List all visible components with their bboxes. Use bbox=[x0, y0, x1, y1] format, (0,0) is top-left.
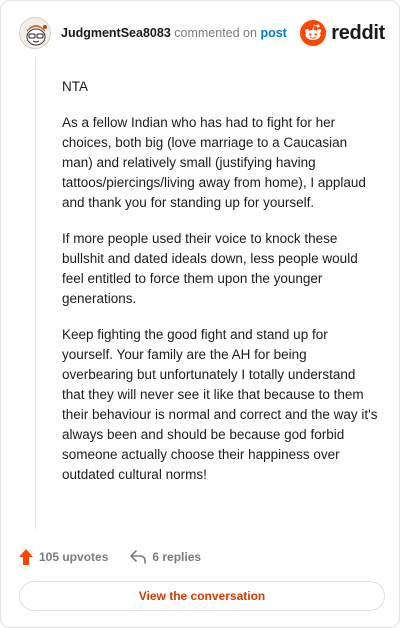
reply-arrow-icon bbox=[130, 550, 147, 564]
thread-line bbox=[35, 57, 36, 529]
comment-body: NTA As a fellow Indian who has had to fi… bbox=[62, 77, 380, 501]
comment-header: JudgmentSea8083 commented on post reddit bbox=[19, 17, 385, 51]
comment-paragraph: As a fellow Indian who has had to fight … bbox=[62, 115, 366, 210]
comment-paragraph: Keep fighting the good fight and stand u… bbox=[62, 327, 378, 482]
comment-card: JudgmentSea8083 commented on post reddit… bbox=[0, 0, 400, 628]
reddit-wordmark: reddit bbox=[331, 21, 385, 44]
reply-count: 6 replies bbox=[152, 550, 202, 564]
comment-meta: JudgmentSea8083 commented on post bbox=[61, 26, 287, 40]
reddit-logo[interactable]: reddit bbox=[300, 20, 385, 46]
view-conversation-button[interactable]: View the conversation bbox=[19, 581, 385, 611]
reddit-logo-icon bbox=[300, 20, 327, 46]
comment-paragraph: NTA bbox=[62, 79, 88, 94]
upvote-button[interactable]: 105 upvotes bbox=[19, 549, 108, 565]
username-link[interactable]: JudgmentSea8083 bbox=[61, 26, 171, 40]
comment-paragraph: If more people used their voice to knock… bbox=[62, 231, 358, 306]
upvote-arrow-icon bbox=[19, 549, 33, 565]
snoo-avatar-icon[interactable] bbox=[19, 17, 51, 49]
post-link[interactable]: post bbox=[260, 26, 286, 40]
upvote-count: 105 upvotes bbox=[39, 550, 109, 564]
comment-actions: 105 upvotes 6 replies bbox=[19, 547, 223, 567]
commented-label: commented on bbox=[174, 26, 257, 40]
replies-button[interactable]: 6 replies bbox=[130, 550, 201, 564]
